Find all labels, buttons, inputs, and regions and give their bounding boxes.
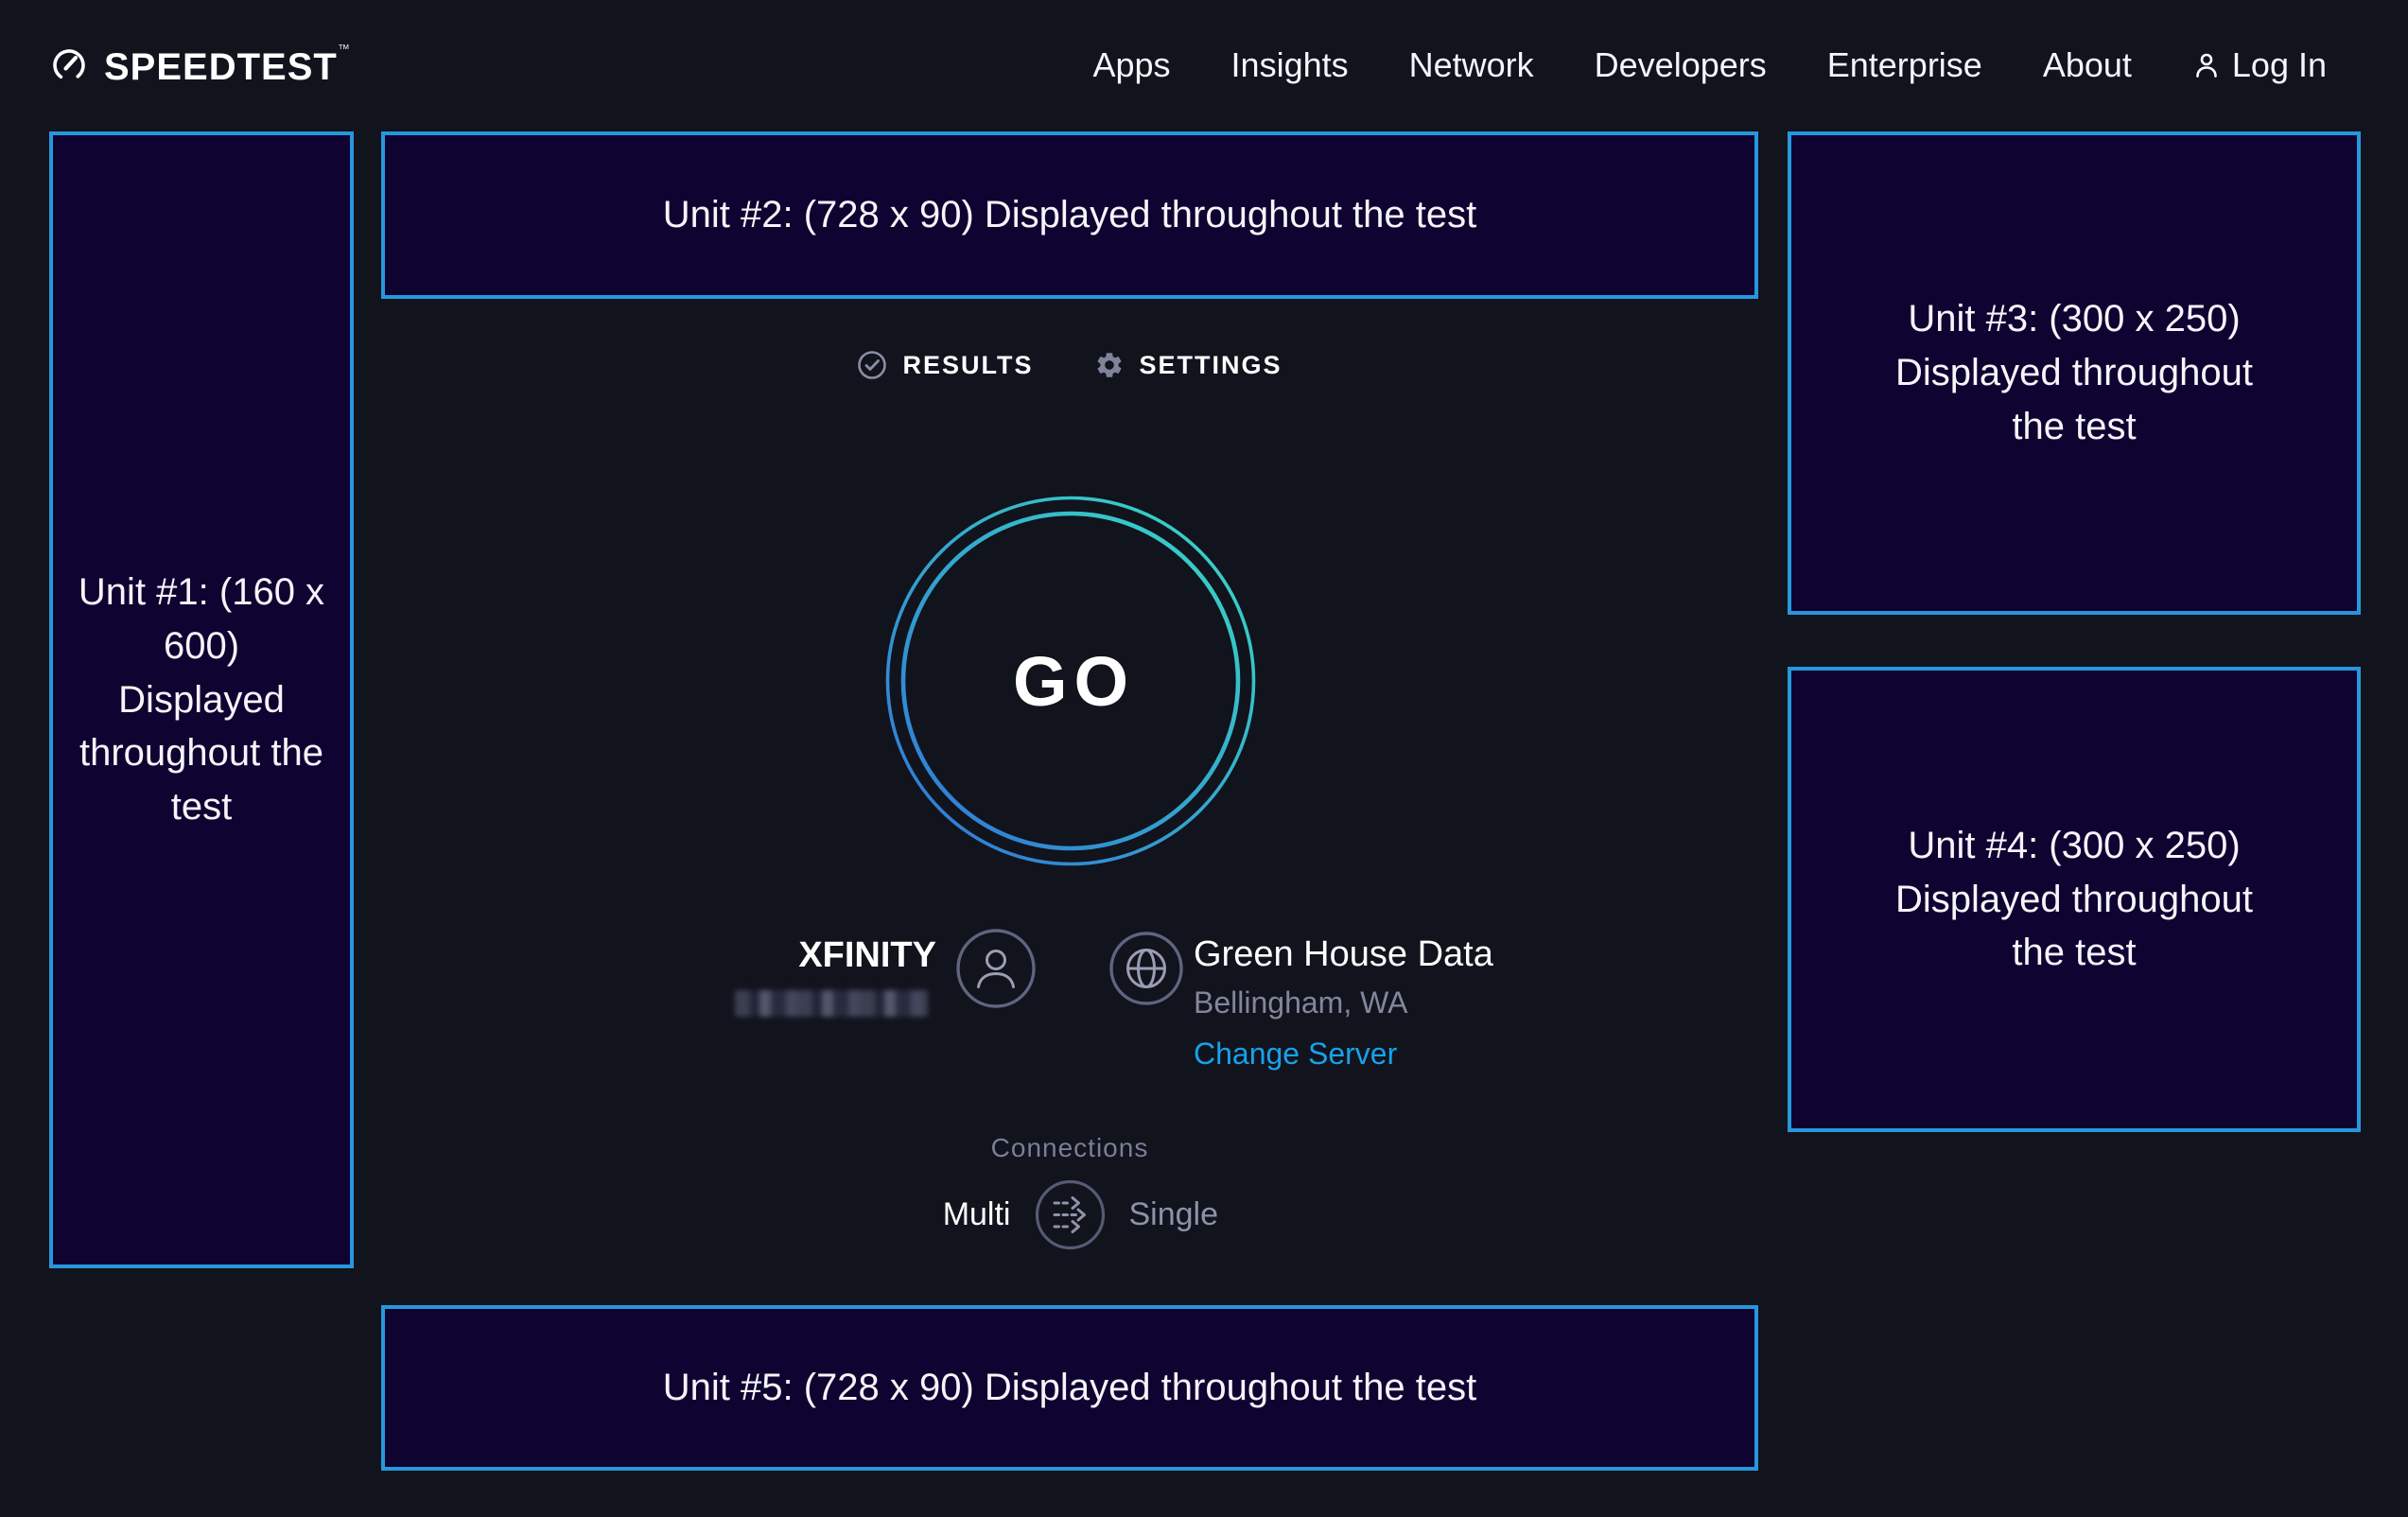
tab-settings[interactable]: SETTINGS <box>1094 350 1283 380</box>
tab-results-label: RESULTS <box>902 351 1033 380</box>
server-globe-icon[interactable] <box>1109 932 1183 1010</box>
ad-unit-3[interactable]: Unit #3: (300 x 250) Displayed throughou… <box>1788 131 2361 615</box>
isp-name: XFINITY <box>567 935 936 976</box>
ad-unit-2[interactable]: Unit #2: (728 x 90) Displayed throughout… <box>381 131 1758 299</box>
primary-nav: Apps Insights Network Developers Enterpr… <box>1092 0 2327 131</box>
speedtest-logo[interactable]: SPEEDTEST™ <box>51 0 351 131</box>
multi-connections-arrows-icon[interactable] <box>1034 1178 1107 1251</box>
nav-item-apps[interactable]: Apps <box>1092 45 1170 85</box>
ad-unit-5[interactable]: Unit #5: (728 x 90) Displayed throughout… <box>381 1305 1758 1471</box>
nav-item-insights[interactable]: Insights <box>1231 45 1349 85</box>
go-button[interactable]: GO <box>881 492 1260 870</box>
connections-toggle-row: Multi Single <box>381 1177 1758 1251</box>
view-tabs: RESULTS SETTINGS <box>381 333 1758 397</box>
ad-unit-4-text: Unit #4: (300 x 250) Displayed throughou… <box>1866 819 2282 980</box>
speedtest-page: SPEEDTEST™ Apps Insights Network Develop… <box>0 0 2408 1517</box>
ad-unit-1[interactable]: Unit #1: (160 x 600) Displayed throughou… <box>49 131 354 1268</box>
tab-settings-label: SETTINGS <box>1140 351 1283 380</box>
connections-single-option[interactable]: Single <box>1129 1196 1337 1233</box>
connections-multi-option[interactable]: Multi <box>803 1196 1011 1233</box>
ad-unit-1-text: Unit #1: (160 x 600) Displayed throughou… <box>78 566 325 834</box>
login-button[interactable]: Log In <box>2192 45 2327 85</box>
brand-wordmark: SPEEDTEST™ <box>104 42 351 89</box>
check-circle-icon <box>857 350 887 380</box>
redacted-ip-address <box>735 990 928 1017</box>
change-server-link[interactable]: Change Server <box>1194 1037 1397 1072</box>
ad-unit-4[interactable]: Unit #4: (300 x 250) Displayed throughou… <box>1788 667 2361 1132</box>
nav-item-enterprise[interactable]: Enterprise <box>1827 45 1982 85</box>
gear-icon <box>1094 350 1125 380</box>
ad-unit-2-text: Unit #2: (728 x 90) Displayed throughout… <box>663 188 1477 242</box>
go-button-label: GO <box>881 492 1260 870</box>
nav-item-developers[interactable]: Developers <box>1595 45 1767 85</box>
ad-unit-5-text: Unit #5: (728 x 90) Displayed throughout… <box>663 1361 1477 1415</box>
nav-item-about[interactable]: About <box>2043 45 2132 85</box>
tab-results[interactable]: RESULTS <box>857 350 1033 380</box>
login-label: Log In <box>2232 45 2327 85</box>
trademark-mark: ™ <box>338 42 351 56</box>
connections-title: Connections <box>381 1133 1758 1163</box>
ad-unit-3-text: Unit #3: (300 x 250) Displayed throughou… <box>1866 292 2282 453</box>
speedometer-gauge-icon <box>51 47 87 83</box>
top-nav-bar: SPEEDTEST™ Apps Insights Network Develop… <box>0 0 2408 131</box>
nav-item-network[interactable]: Network <box>1409 45 1534 85</box>
user-icon <box>2192 50 2221 80</box>
server-location: Bellingham, WA <box>1194 985 1407 1020</box>
server-name: Green House Data <box>1194 934 1493 975</box>
isp-user-icon[interactable] <box>956 929 1036 1013</box>
